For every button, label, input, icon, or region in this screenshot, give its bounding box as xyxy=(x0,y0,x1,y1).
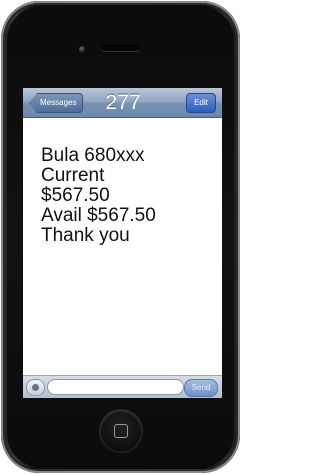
screen: Messages 277 Edit Bula 680xxx Current $5… xyxy=(23,88,222,398)
message-line: $567.50 xyxy=(41,185,110,206)
send-button[interactable]: Send xyxy=(184,379,218,397)
navigation-bar: Messages 277 Edit xyxy=(23,88,222,118)
edit-button[interactable]: Edit xyxy=(186,93,216,113)
camera-icon[interactable] xyxy=(26,379,45,396)
home-button[interactable] xyxy=(100,410,142,452)
message-line: Thank you xyxy=(41,225,130,246)
home-square-icon xyxy=(114,424,128,438)
front-camera-icon xyxy=(79,46,86,53)
earpiece-speaker xyxy=(102,45,140,51)
phone-frame: Messages 277 Edit Bula 680xxx Current $5… xyxy=(1,1,240,473)
message-line: Current xyxy=(41,165,105,186)
conversation-title: 277 xyxy=(105,91,141,114)
back-button[interactable]: Messages xyxy=(29,93,84,113)
message-line: Avail $567.50 xyxy=(41,205,156,226)
message-body: Bula 680xxx Current $567.50 Avail $567.5… xyxy=(41,146,216,246)
message-input[interactable] xyxy=(47,379,184,395)
compose-bar: Send xyxy=(23,375,222,398)
message-line: Bula 680xxx xyxy=(41,145,145,166)
